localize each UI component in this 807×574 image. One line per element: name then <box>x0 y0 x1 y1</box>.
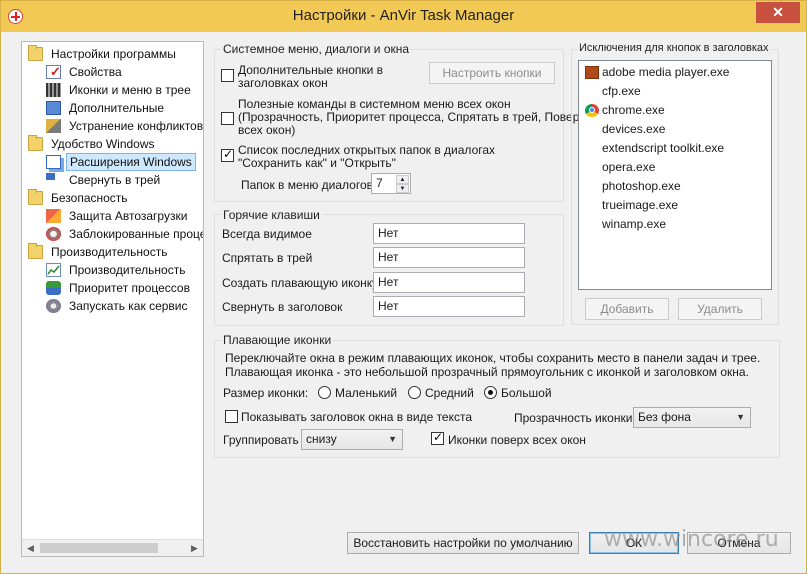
transparency-select[interactable]: Без фона ▼ <box>633 407 751 428</box>
configure-buttons-button[interactable]: Настроить кнопки <box>429 62 555 84</box>
floating-icons-description: Переключайте окна в режим плавающих икон… <box>225 351 761 379</box>
group-value: снизу <box>306 432 337 446</box>
windows-extensions-icon <box>46 155 61 169</box>
list-item[interactable]: trueimage.exe <box>579 196 771 215</box>
tree-item-label: Устранение конфликтов <box>69 119 204 133</box>
service-icon <box>46 299 61 313</box>
chevron-down-icon: ▼ <box>388 434 397 444</box>
list-item[interactable]: extendscript toolkit.exe <box>579 139 771 158</box>
show-title-checkbox[interactable] <box>225 410 238 423</box>
tree-item-label: Безопасность <box>51 191 128 205</box>
settings-window: Настройки - AnVir Task Manager ✕ Настрой… <box>0 0 807 574</box>
transparency-value: Без фона <box>638 410 691 424</box>
list-item[interactable]: opera.exe <box>579 158 771 177</box>
hotkey-field-minimize-title[interactable]: Нет <box>373 296 525 317</box>
spin-up-icon[interactable]: ▲ <box>396 175 409 184</box>
tree-item-label: Свойства <box>69 65 122 79</box>
adobe-media-player-icon <box>585 66 599 79</box>
tree-item-label: Защита Автозагрузки <box>69 209 188 223</box>
spin-down-icon[interactable]: ▼ <box>396 184 409 193</box>
list-item[interactable]: photoshop.exe <box>579 177 771 196</box>
recent-folders-label: Список последних открытых папок в диалог… <box>238 143 496 170</box>
window-title: Настройки - AnVir Task Manager <box>292 7 515 24</box>
tree-item-label: Свернуть в трей <box>69 173 161 187</box>
size-medium-radio[interactable] <box>408 386 421 399</box>
blocked-processes-icon <box>46 227 61 241</box>
hotkey-field-always-visible[interactable]: Нет <box>373 223 525 244</box>
watermark: www.wincore.ru <box>604 527 779 552</box>
scroll-right-icon[interactable]: ▶ <box>186 540 203 556</box>
tree-item-label: Приоритет процессов <box>69 281 190 295</box>
tree-item-label: Иконки и меню в трее <box>69 83 191 97</box>
process-priority-icon <box>46 281 61 295</box>
hotkey-label-hide-tray: Спрятать в трей <box>222 251 313 265</box>
scrollbar-thumb[interactable] <box>40 543 158 553</box>
folder-icon <box>28 135 43 151</box>
list-item[interactable]: winamp.exe <box>579 215 771 234</box>
extra-buttons-label: Дополнительные кнопки в заголовках окон <box>238 63 384 90</box>
additional-icon <box>46 101 61 115</box>
settings-tree[interactable]: Настройки программы ✓ Свойства Иконки и … <box>21 41 204 557</box>
chevron-down-icon: ▼ <box>736 412 745 422</box>
tree-item-label: Заблокированные проце <box>69 227 204 241</box>
list-item[interactable]: adobe media player.exe <box>579 63 771 82</box>
restore-defaults-button[interactable]: Восстановить настройки по умолчанию <box>347 532 579 554</box>
tree-item-label: Удобство Windows <box>51 137 155 151</box>
folders-count-label: Папок в меню диалогов: <box>241 178 377 192</box>
properties-icon: ✓ <box>46 64 61 79</box>
chrome-icon <box>585 104 599 117</box>
folders-count-value[interactable]: 7 <box>376 176 383 190</box>
tree-item-label: Настройки программы <box>51 47 176 61</box>
tree-item-label: Запускать как сервис <box>69 299 188 313</box>
icons-on-top-label: Иконки поверх всех окон <box>448 433 586 447</box>
folder-icon <box>28 189 43 205</box>
extra-buttons-checkbox[interactable] <box>221 69 234 82</box>
folder-icon <box>28 45 43 61</box>
icons-on-top-checkbox[interactable] <box>431 430 444 445</box>
hotkey-label-floating-icon: Создать плавающую иконку <box>222 276 379 290</box>
floating-icons-group-title: Плавающие иконки <box>221 333 334 347</box>
folders-count-spinner[interactable]: 7 ▲ ▼ <box>371 173 411 194</box>
add-exception-button[interactable]: Добавить <box>585 298 669 320</box>
recent-folders-checkbox[interactable] <box>221 147 234 162</box>
useful-commands-label: Полезные команды в системном меню всех о… <box>238 97 586 137</box>
close-button[interactable]: ✕ <box>756 2 800 23</box>
tree-item-label: Расширения Windows <box>66 153 196 171</box>
tree-item-label: Производительность <box>51 245 168 259</box>
icon-size-label: Размер иконки: <box>223 386 309 400</box>
transparency-label: Прозрачность иконки <box>514 411 633 425</box>
tree-item-label: Дополнительные <box>69 101 164 115</box>
list-item[interactable]: devices.exe <box>579 120 771 139</box>
tree-horizontal-scrollbar[interactable]: ◀ ▶ <box>22 539 203 556</box>
show-title-label: Показывать заголовок окна в виде текста <box>241 410 473 424</box>
tree-item-label: Производительность <box>69 263 186 277</box>
folder-icon <box>28 243 43 259</box>
performance-icon <box>46 263 61 277</box>
tray-icons-icon <box>46 83 61 97</box>
hotkeys-group-title: Горячие клавиши <box>221 208 322 222</box>
startup-protection-icon <box>46 209 61 223</box>
exceptions-group-title: Исключения для кнопок в заголовках <box>577 42 771 54</box>
conflicts-icon <box>46 119 61 133</box>
list-item[interactable]: chrome.exe <box>579 101 771 120</box>
useful-commands-checkbox[interactable] <box>221 112 234 125</box>
sysmenu-group-title: Системное меню, диалоги и окна <box>221 42 412 56</box>
exceptions-list[interactable]: adobe media player.exe cfp.exe chrome.ex… <box>578 60 772 290</box>
scroll-left-icon[interactable]: ◀ <box>22 540 39 556</box>
hotkey-label-minimize-title: Свернуть в заголовок <box>222 300 343 314</box>
hotkey-field-floating-icon[interactable]: Нет <box>373 272 525 293</box>
group-label: Группировать <box>223 433 299 447</box>
list-item[interactable]: cfp.exe <box>579 82 771 101</box>
size-large-label[interactable]: Большой <box>501 386 552 400</box>
group-select[interactable]: снизу ▼ <box>301 429 403 450</box>
size-medium-label[interactable]: Средний <box>425 386 474 400</box>
size-large-radio[interactable] <box>484 386 497 399</box>
minimize-tray-icon <box>46 173 55 180</box>
title-bar[interactable]: Настройки - AnVir Task Manager ✕ <box>1 1 806 32</box>
remove-exception-button[interactable]: Удалить <box>678 298 762 320</box>
size-small-label[interactable]: Маленький <box>335 386 397 400</box>
size-small-radio[interactable] <box>318 386 331 399</box>
hotkey-label-always-visible: Всегда видимое <box>222 227 312 241</box>
hotkey-field-hide-tray[interactable]: Нет <box>373 247 525 268</box>
